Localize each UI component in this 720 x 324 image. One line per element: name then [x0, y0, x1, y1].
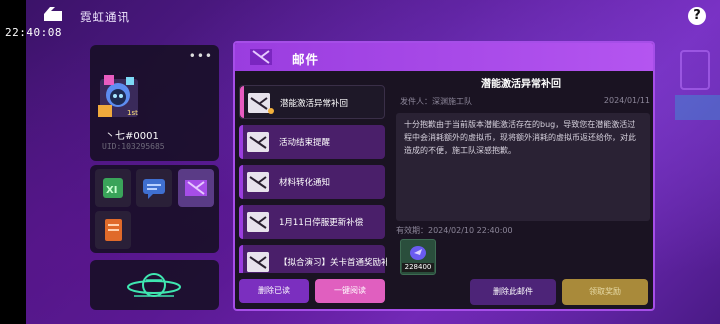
- mail-sender: 发件人：深渊施工队: [400, 97, 472, 106]
- avatar[interactable]: 1st: [98, 75, 140, 119]
- xi-icon: XI: [103, 178, 123, 198]
- svg-text:XI: XI: [106, 185, 117, 196]
- clock: 22:40:08: [5, 26, 62, 39]
- neon-sign-decoration: [680, 50, 710, 90]
- mail-header: 邮件: [235, 43, 653, 71]
- back-button[interactable]: [42, 7, 64, 25]
- mail-item[interactable]: 潜能激活异常补回: [239, 85, 385, 119]
- mail-item[interactable]: 1月11日停服更新补偿: [239, 205, 385, 239]
- selected-marker: [240, 86, 244, 118]
- mail-envelope-icon: [247, 132, 269, 152]
- currency-icon: [410, 246, 426, 260]
- item-marker: [239, 205, 243, 239]
- player-uid: UID:103295685: [102, 142, 165, 151]
- help-button[interactable]: ?: [688, 7, 706, 25]
- mail-item-title: 潜能激活异常补回: [280, 99, 349, 109]
- delete-read-button[interactable]: 删除已读: [239, 279, 309, 303]
- mail-button[interactable]: [178, 169, 214, 207]
- profile-card: ••• 1st 丶七#0001 UID:103295685: [90, 45, 219, 161]
- read-all-button[interactable]: 一键阅读: [315, 279, 385, 303]
- mail-item-title: 活动结束提醒: [279, 138, 331, 148]
- emblem-panel[interactable]: [90, 260, 219, 310]
- status-bar: [0, 0, 26, 324]
- mail-item-title: 1月11日停服更新补偿: [279, 218, 364, 228]
- neon-sign-decoration: [675, 95, 720, 120]
- notebook-button[interactable]: [95, 211, 131, 249]
- reward-quantity: 228400: [402, 263, 434, 272]
- mail-detail-title: 潜能激活异常补回: [481, 79, 561, 90]
- mail-expiry: 有效期：2024/02/10 22:40:00: [396, 226, 513, 235]
- player-name: 丶七#0001: [105, 131, 159, 142]
- unread-indicator: [268, 108, 274, 114]
- mail-item[interactable]: 材料转化通知: [239, 165, 385, 199]
- shortcut-grid: XI: [90, 165, 219, 253]
- mail-body: 十分抱歉由于当前版本潜能激活存在的bug，导致您在潜能激活过程中会消耗额外的虚拟…: [396, 113, 650, 221]
- page-title: 霓虹通讯: [80, 10, 130, 24]
- mail-envelope-icon: [247, 172, 269, 192]
- mail-item-title: 材料转化通知: [279, 178, 331, 188]
- notebook-icon: [105, 219, 122, 241]
- mail-window: 邮件 潜能激活异常补回 活动结束提醒 材料转化通知 1月11日停服更新补偿 【拟…: [233, 41, 655, 311]
- item-marker: [239, 125, 243, 159]
- mail-list[interactable]: 潜能激活异常补回 活动结束提醒 材料转化通知 1月11日停服更新补偿 【拟合演习…: [239, 83, 387, 273]
- mail-envelope-icon: [247, 212, 269, 232]
- item-marker: [239, 165, 243, 199]
- mail-envelope-icon: [248, 93, 270, 113]
- mail-title: 邮件: [292, 52, 320, 67]
- mail-item[interactable]: 活动结束提醒: [239, 125, 385, 159]
- badge-text: 1st: [127, 109, 138, 117]
- mail-envelope-icon: [247, 252, 269, 272]
- delete-mail-button[interactable]: 删除此邮件: [470, 279, 556, 305]
- mail-item[interactable]: 【拟合演习】关卡首通奖励补偿: [239, 245, 387, 273]
- reward-item[interactable]: 228400: [400, 239, 436, 275]
- mail-icon: [185, 180, 207, 196]
- top-bar: 霓虹通讯 ?: [26, 0, 720, 32]
- planet-emblem-icon: [127, 273, 181, 297]
- chat-xi-button[interactable]: XI: [95, 169, 131, 207]
- mail-icon: [250, 49, 272, 65]
- mail-meta: 发件人：深渊施工队 2024/01/11: [400, 96, 650, 107]
- item-marker: [239, 245, 243, 273]
- mail-item-title: 【拟合演习】关卡首通奖励补偿: [279, 258, 387, 268]
- more-options-button[interactable]: •••: [189, 49, 213, 63]
- mail-detail: 潜能激活异常补回 发件人：深渊施工队 2024/01/11 十分抱歉由于当前版本…: [392, 73, 650, 307]
- chat-bubble-icon: [143, 179, 165, 199]
- message-button[interactable]: [136, 169, 172, 207]
- claim-reward-button[interactable]: 领取奖励: [562, 279, 648, 305]
- mail-date: 2024/01/11: [603, 96, 650, 105]
